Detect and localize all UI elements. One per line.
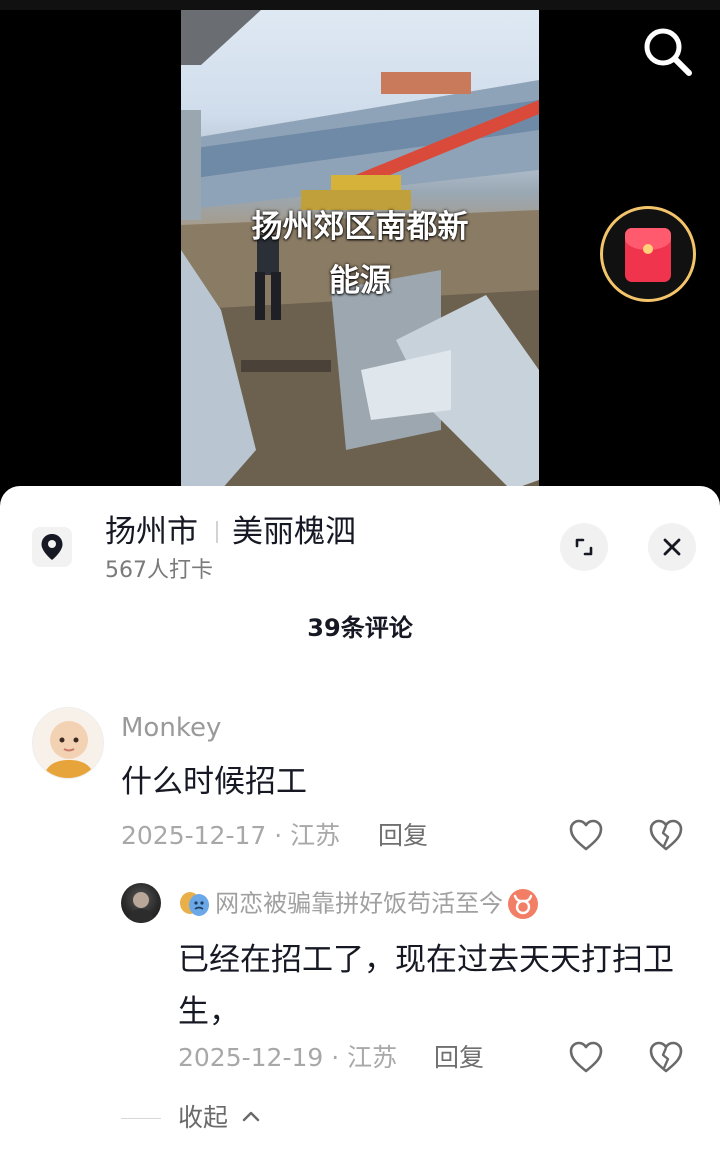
reply-avatar[interactable]: [121, 883, 161, 923]
close-button[interactable]: [648, 523, 696, 571]
avatar[interactable]: [32, 707, 104, 779]
screen: 扬州郊区南都新 能源 扬州市 美丽槐泗 567人打卡 39条评论 Monkey …: [0, 0, 720, 1172]
location-checkin-count: 567人打卡: [105, 558, 213, 583]
search-icon[interactable]: [638, 22, 696, 80]
heart-icon[interactable]: [568, 818, 604, 852]
video-player[interactable]: 扬州郊区南都新 能源: [0, 0, 720, 500]
collapse-replies-button[interactable]: 收起: [178, 1102, 228, 1134]
video-caption-line-2: 能源: [329, 263, 391, 299]
expand-button[interactable]: [560, 523, 608, 571]
reply-username: 网恋被骗靠拼好饭苟活至今: [215, 889, 504, 918]
location-place[interactable]: 美丽槐泗: [232, 512, 356, 552]
reply-button[interactable]: 回复: [378, 820, 428, 852]
taurus-badge-icon: [508, 888, 539, 919]
location-pin-icon[interactable]: [32, 527, 72, 567]
reply-reply-button[interactable]: 回复: [434, 1042, 484, 1074]
comment-text: 什么时候招工: [121, 764, 307, 800]
reply-text: 已经在招工了，现在过去天天打扫卫生，: [178, 942, 674, 1030]
broken-heart-icon[interactable]: [648, 818, 684, 852]
video-caption: 扬州郊区南都新 能源: [181, 200, 539, 308]
location-city[interactable]: 扬州市: [105, 512, 198, 552]
broken-heart-icon[interactable]: [648, 1040, 684, 1074]
chevron-up-icon[interactable]: [240, 1106, 262, 1128]
reply-username-row[interactable]: 网恋被骗靠拼好饭苟活至今: [178, 886, 539, 920]
status-bar: [0, 0, 720, 10]
close-icon: [663, 538, 681, 556]
red-packet-button[interactable]: [600, 206, 696, 302]
video-caption-line-1: 扬州郊区南都新: [251, 209, 469, 245]
comment-sheet: 扬州市 美丽槐泗 567人打卡 39条评论 Monkey 什么时候招工 2025…: [0, 486, 720, 1172]
collapse-divider: [121, 1118, 161, 1119]
expand-icon: [575, 538, 593, 556]
theater-mask-icon: [178, 889, 210, 919]
comment-count-title: 39条评论: [307, 614, 413, 642]
red-packet-icon: [625, 228, 671, 282]
heart-icon[interactable]: [568, 1040, 604, 1074]
location-divider: [216, 521, 218, 543]
video-frame[interactable]: 扬州郊区南都新 能源: [181, 10, 539, 490]
comment-meta: 2025-12-17 · 江苏: [121, 821, 341, 850]
comment-username[interactable]: Monkey: [121, 712, 221, 744]
reply-meta: 2025-12-19 · 江苏: [178, 1043, 398, 1072]
